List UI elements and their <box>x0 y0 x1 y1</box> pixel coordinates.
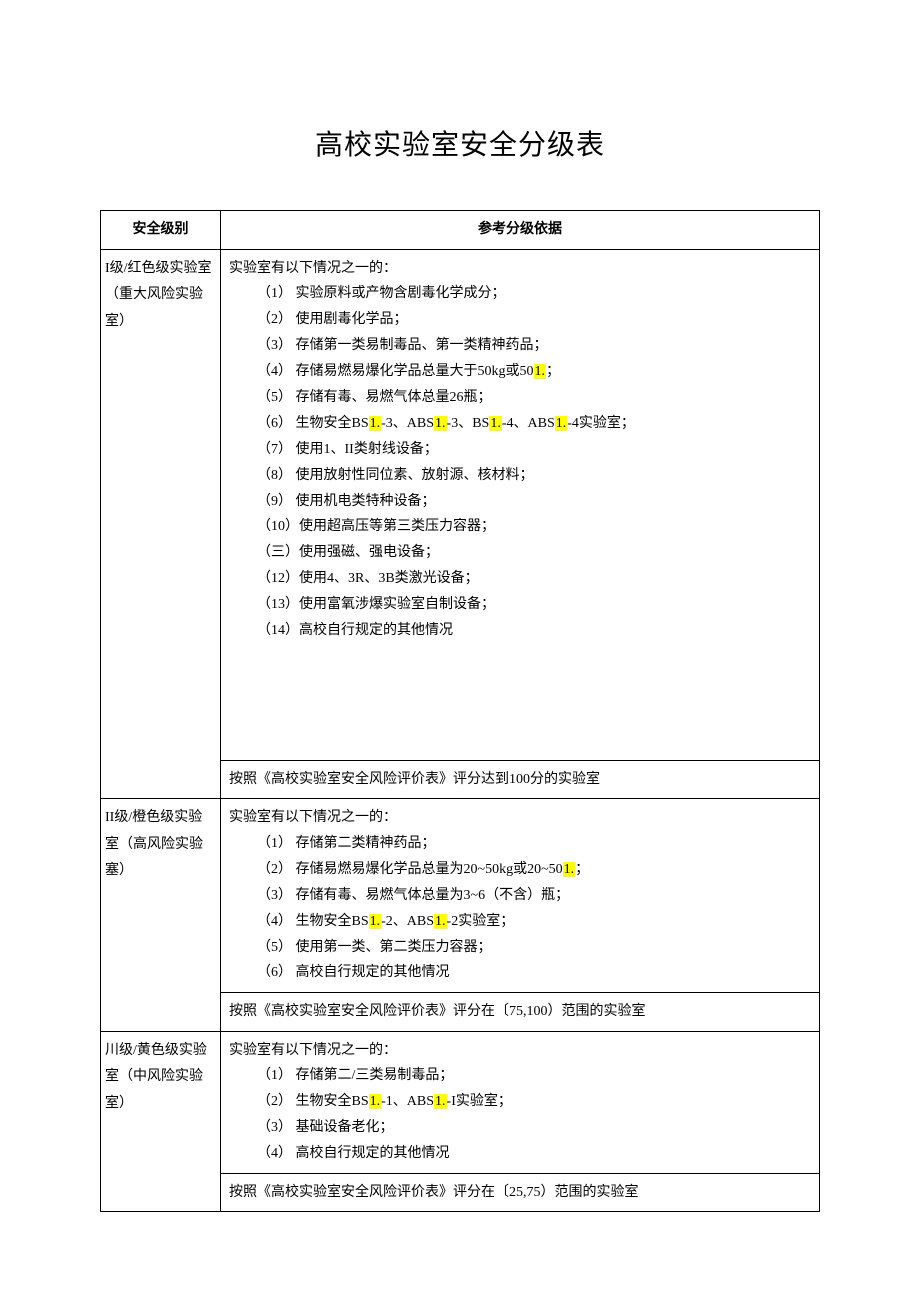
criteria-item: （3） 存储第一类易制毒品、第一类精神药品； <box>229 333 811 359</box>
level-name-cell: 川级/黄色级实验室（中风险实验室） <box>101 1031 221 1212</box>
criteria-item: （9） 使用机电类特种设备； <box>229 489 811 515</box>
highlight-text: 1. <box>369 416 382 431</box>
highlight-text: 1. <box>369 914 382 929</box>
criteria-item: （6） 生物安全BS1.-3、ABS1.-3、BS1.-4、ABS1.-4实验室… <box>229 411 811 437</box>
criteria-item: （1） 存储第二/三类易制毒品； <box>229 1063 811 1089</box>
highlight-text: 1. <box>434 1094 447 1109</box>
table-body: I级/红色级实验室（重大风险实验室）实验室有以下情况之一的：（1） 实验原料或产… <box>101 249 820 1212</box>
highlight-text: 1. <box>434 416 447 431</box>
criteria-item: （4） 生物安全BS1.-2、ABS1.-2实验室； <box>229 909 811 935</box>
criteria-item: （1） 实验原料或产物含剧毒化学成分； <box>229 281 811 307</box>
criteria-item: （10）使用超高压等第三类压力容器； <box>229 514 811 540</box>
criteria-cell: 实验室有以下情况之一的：（1） 实验原料或产物含剧毒化学成分；（2） 使用剧毒化… <box>221 249 820 760</box>
criteria-item: （3） 存储有毒、易燃气体总量为3~6（不含）瓶； <box>229 883 811 909</box>
highlight-text: 1. <box>534 364 547 379</box>
criteria-item: （4） 存储易燃易爆化学品总量大于50kg或501.； <box>229 359 811 385</box>
criteria-cell: 实验室有以下情况之一的：（1） 存储第二/三类易制毒品；（2） 生物安全BS1.… <box>221 1031 820 1173</box>
score-cell: 按照《高校实验室安全风险评价表》评分达到100分的实验室 <box>221 760 820 798</box>
criteria-item: （8） 使用放射性同位素、放射源、核材料； <box>229 463 811 489</box>
criteria-item: （13）使用富氧涉爆实验室自制设备； <box>229 592 811 618</box>
criteria-item: （6） 高校自行规定的其他情况 <box>229 960 811 986</box>
criteria-item: （2） 存储易燃易爆化学品总量为20~50kg或20~501.； <box>229 857 811 883</box>
grading-table: 安全级别 参考分级依据 I级/红色级实验室（重大风险实验室）实验室有以下情况之一… <box>100 210 820 1212</box>
criteria-cell: 实验室有以下情况之一的：（1） 存储第二类精神药品；（2） 存储易燃易爆化学品总… <box>221 799 820 993</box>
criteria-item: （2） 生物安全BS1.-1、ABS1.-I实验室； <box>229 1089 811 1115</box>
criteria-intro: 实验室有以下情况之一的： <box>229 256 811 282</box>
highlight-text: 1. <box>434 914 447 929</box>
criteria-intro: 实验室有以下情况之一的： <box>229 1038 811 1064</box>
criteria-intro: 实验室有以下情况之一的： <box>229 805 811 831</box>
criteria-item: （14）高校自行规定的其他情况 <box>229 618 811 644</box>
highlight-text: 1. <box>489 416 502 431</box>
criteria-item: （5） 存储有毒、易燃气体总量26瓶； <box>229 385 811 411</box>
page-title: 高校实验室安全分级表 <box>100 120 820 170</box>
criteria-item: （1） 存储第二类精神药品； <box>229 831 811 857</box>
criteria-item: （4） 高校自行规定的其他情况 <box>229 1141 811 1167</box>
score-cell: 按照《高校实验室安全风险评价表》评分在〔25,75）范围的实验室 <box>221 1174 820 1212</box>
criteria-item: （7） 使用1、II类射线设备； <box>229 437 811 463</box>
criteria-item: （2） 使用剧毒化学品； <box>229 307 811 333</box>
highlight-text: 1. <box>555 416 568 431</box>
criteria-item: （3） 基础设备老化； <box>229 1115 811 1141</box>
criteria-item: （三）使用强磁、强电设备； <box>229 540 811 566</box>
level-name-cell: II级/橙色级实验室（高风险实验塞） <box>101 799 221 1031</box>
score-cell: 按照《高校实验室安全风险评价表》评分在〔75,100）范围的实验室 <box>221 993 820 1031</box>
highlight-text: 1. <box>563 862 576 877</box>
header-criteria: 参考分级依据 <box>221 211 820 249</box>
criteria-item: （12）使用4、3R、3B类激光设备； <box>229 566 811 592</box>
header-level: 安全级别 <box>101 211 221 249</box>
highlight-text: 1. <box>369 1094 382 1109</box>
spacer <box>229 644 811 754</box>
criteria-item: （5） 使用第一类、第二类压力容器； <box>229 935 811 961</box>
level-name-cell: I级/红色级实验室（重大风险实验室） <box>101 249 221 799</box>
